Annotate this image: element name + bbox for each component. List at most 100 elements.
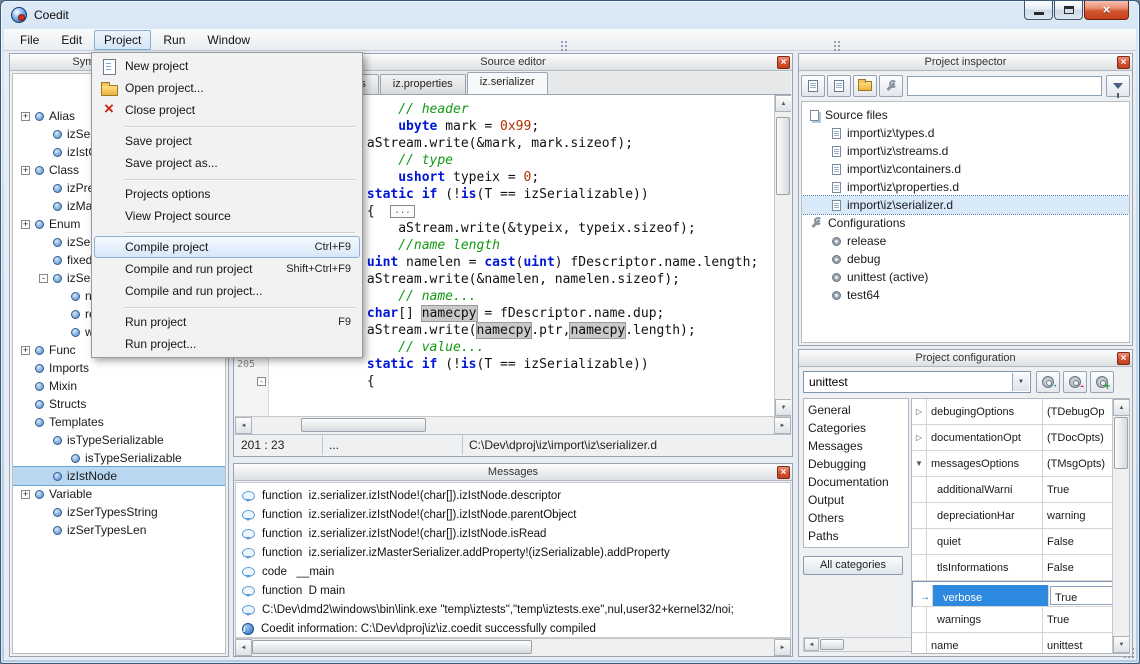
filter-button[interactable] <box>1106 75 1130 97</box>
all-categories-button[interactable]: All categories <box>803 556 903 575</box>
scroll-down-icon[interactable] <box>775 399 791 416</box>
grid-vertical-scrollbar[interactable] <box>1112 399 1129 653</box>
category-item[interactable]: General <box>804 401 908 419</box>
property-value[interactable]: True <box>1043 607 1112 632</box>
menu-item[interactable]: Run project F9 <box>94 311 360 333</box>
menu-item[interactable]: Open project... <box>94 77 360 99</box>
chevron-down-icon[interactable] <box>1012 373 1029 391</box>
scroll-left-icon[interactable] <box>235 417 252 434</box>
fold-marker-icon[interactable]: - <box>257 377 266 386</box>
editor-vertical-scrollbar[interactable] <box>774 95 791 416</box>
symbol-tree-item[interactable]: izSerTypesLen <box>13 521 225 539</box>
property-row[interactable]: ▷ documentationOpt (TDocOpts) <box>912 425 1112 451</box>
menu-item[interactable]: Save project as... <box>94 152 360 174</box>
maximize-button[interactable] <box>1054 1 1083 20</box>
symbol-tree-item[interactable]: + Variable <box>13 485 225 503</box>
scroll-left-icon[interactable] <box>235 639 252 656</box>
message-row[interactable]: function iz.serializer.izIstNode!(char[]… <box>236 524 790 543</box>
panel-close-button[interactable] <box>777 466 790 479</box>
filter-input[interactable] <box>907 76 1102 96</box>
categories-list[interactable]: GeneralCategoriesMessagesDebuggingDocume… <box>803 398 909 548</box>
scroll-down-icon[interactable] <box>1113 636 1130 653</box>
add-source-button[interactable] <box>827 75 851 97</box>
scrollbar-thumb[interactable] <box>776 117 790 195</box>
scrollbar-thumb[interactable] <box>252 640 532 654</box>
expand-arrow-icon[interactable] <box>912 633 927 653</box>
tab-iz-serializer[interactable]: iz.serializer <box>467 72 548 94</box>
inspector-tree-item[interactable]: debug <box>802 250 1129 268</box>
titlebar[interactable]: Coedit <box>1 1 1139 29</box>
message-row[interactable]: function iz.serializer.izIstNode!(char[]… <box>236 486 790 505</box>
project-options-button[interactable] <box>879 75 903 97</box>
inspector-tree-item[interactable]: import\iz\containers.d <box>802 160 1129 178</box>
expander-icon[interactable]: + <box>21 490 30 499</box>
expander-icon[interactable]: + <box>21 166 30 175</box>
property-value[interactable]: (TMsgOpts) <box>1043 451 1112 476</box>
open-folder-button[interactable] <box>853 75 877 97</box>
message-row[interactable]: function iz.serializer.izIstNode!(char[]… <box>236 505 790 524</box>
message-row[interactable]: function D main <box>236 581 790 600</box>
expander-icon[interactable]: - <box>39 274 48 283</box>
inspector-tree-item[interactable]: test64 <box>802 286 1129 304</box>
expand-arrow-icon[interactable]: ▼ <box>912 451 927 476</box>
inspector-tree-item[interactable]: import\iz\serializer.d <box>802 196 1129 214</box>
scrollbar-thumb[interactable] <box>1114 417 1128 469</box>
new-source-button[interactable] <box>801 75 825 97</box>
menu-item[interactable]: Compile and run project... <box>94 280 360 302</box>
property-value[interactable]: True <box>1050 586 1112 605</box>
scroll-left-icon[interactable] <box>804 638 819 651</box>
property-row[interactable]: quiet False <box>912 529 1112 555</box>
menu-project[interactable]: Project <box>94 30 151 50</box>
configuration-select[interactable]: unittest <box>803 371 1031 393</box>
expander-icon[interactable]: + <box>21 220 30 229</box>
panel-close-button[interactable] <box>1117 56 1130 69</box>
expander-icon[interactable]: + <box>21 346 30 355</box>
property-value[interactable]: unittest <box>1043 633 1112 653</box>
inspector-tree-item[interactable]: Configurations <box>802 214 1129 232</box>
property-value[interactable]: True <box>1043 477 1112 502</box>
scroll-up-icon[interactable] <box>1113 399 1130 416</box>
add-configuration-button[interactable] <box>1090 371 1114 393</box>
scrollbar-thumb[interactable] <box>820 639 844 650</box>
menu-window[interactable]: Window <box>197 30 260 50</box>
inspector-tree[interactable]: Source files import\iz\types.d import\iz… <box>801 101 1130 343</box>
symbol-tree-item[interactable]: Imports <box>13 359 225 377</box>
message-row[interactable]: function iz.serializer.izMasterSerialize… <box>236 543 790 562</box>
property-row[interactable]: additionalWarni True <box>912 477 1112 503</box>
expand-arrow-icon[interactable] <box>912 529 927 554</box>
property-value[interactable]: False <box>1043 555 1112 580</box>
symbol-tree-item[interactable]: Structs <box>13 395 225 413</box>
panel-close-button[interactable] <box>1117 352 1130 365</box>
scroll-right-icon[interactable] <box>774 417 791 434</box>
property-value[interactable]: (TDebugOp <box>1043 399 1112 424</box>
expand-arrow-icon[interactable]: → <box>918 585 933 606</box>
scroll-up-icon[interactable] <box>775 95 791 112</box>
menu-edit[interactable]: Edit <box>51 30 92 50</box>
category-item[interactable]: Debugging <box>804 455 908 473</box>
property-row[interactable]: warnings True <box>912 607 1112 633</box>
property-row[interactable]: tlsInformations False <box>912 555 1112 581</box>
menu-item[interactable]: Close project <box>94 99 360 121</box>
menu-item[interactable]: View Project source <box>94 205 360 227</box>
inspector-tree-item[interactable]: import\iz\streams.d <box>802 142 1129 160</box>
inspector-tree-item[interactable]: Source files <box>802 106 1129 124</box>
menu-item[interactable]: Projects options <box>94 183 360 205</box>
menu-item[interactable]: Run project... <box>94 333 360 355</box>
expand-arrow-icon[interactable] <box>912 555 927 580</box>
symbol-tree-item[interactable]: isTypeSerializable <box>13 449 225 467</box>
menu-run[interactable]: Run <box>153 30 195 50</box>
property-row[interactable]: ▼ messagesOptions (TMsgOpts) <box>912 451 1112 477</box>
inspector-tree-item[interactable]: unittest (active) <box>802 268 1129 286</box>
property-row[interactable]: → verbose True <box>912 581 1112 607</box>
menu-file[interactable]: File <box>10 30 49 50</box>
scrollbar-thumb[interactable] <box>301 418 426 432</box>
menu-item[interactable]: New project <box>94 55 360 77</box>
message-row[interactable]: C:\Dev\dmd2\windows\bin\link.exe "temp\i… <box>236 600 790 619</box>
category-item[interactable]: Output <box>804 491 908 509</box>
messages-horizontal-scrollbar[interactable] <box>235 638 791 655</box>
expand-arrow-icon[interactable] <box>912 503 927 528</box>
remove-configuration-button[interactable] <box>1063 371 1087 393</box>
edit-configuration-button[interactable] <box>1036 371 1060 393</box>
messages-list[interactable]: function iz.serializer.izIstNode!(char[]… <box>235 482 791 638</box>
inspector-tree-item[interactable]: import\iz\properties.d <box>802 178 1129 196</box>
